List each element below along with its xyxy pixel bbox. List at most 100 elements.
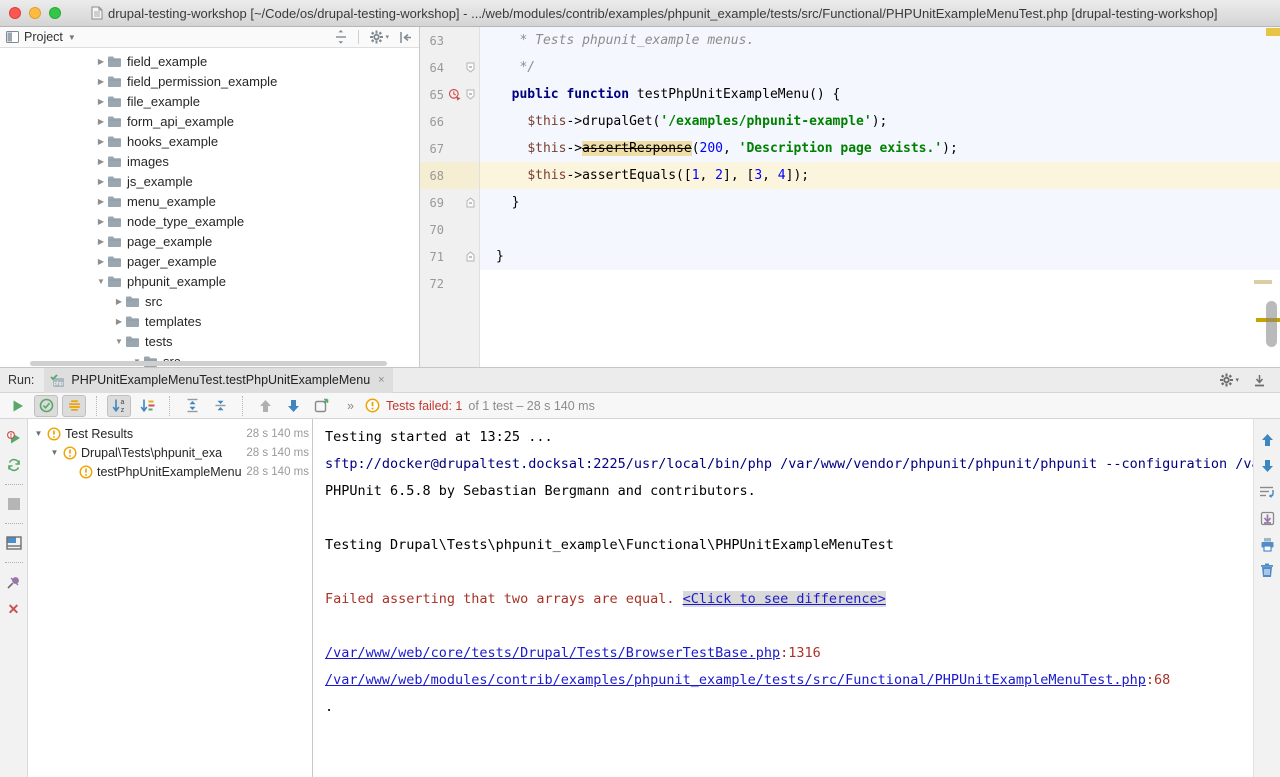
code-line-text[interactable]: $this->drupalGet('/examples/phpunit-exam… bbox=[480, 108, 1280, 135]
close-button[interactable]: ✕ bbox=[3, 598, 25, 620]
fold-marker-icon[interactable] bbox=[464, 62, 477, 73]
editor-scrollbar-thumb[interactable] bbox=[1266, 301, 1277, 347]
editor-line[interactable]: 70 bbox=[420, 216, 1280, 243]
project-tree-item[interactable]: ▶page_example bbox=[0, 231, 419, 251]
collapse-all-icon[interactable] bbox=[334, 30, 348, 44]
hide-tool-window-icon[interactable] bbox=[1253, 374, 1266, 387]
editor-line[interactable]: 64 */ bbox=[420, 54, 1280, 81]
show-ignored-button[interactable] bbox=[62, 395, 86, 417]
editor-line[interactable]: 69 } bbox=[420, 189, 1280, 216]
project-tree-item[interactable]: ▶form_api_example bbox=[0, 111, 419, 131]
project-tree-item[interactable]: ▼tests bbox=[0, 331, 419, 351]
rerun-button[interactable] bbox=[3, 454, 25, 476]
code-line-text[interactable]: } bbox=[480, 243, 1280, 270]
editor-line[interactable]: 67 $this->assertResponse(200, 'Descripti… bbox=[420, 135, 1280, 162]
code-line-text[interactable]: public function testPhpUnitExampleMenu()… bbox=[480, 81, 1280, 108]
show-passed-button[interactable] bbox=[34, 395, 58, 417]
zoom-window-button[interactable] bbox=[49, 7, 61, 19]
pin-tab-button[interactable] bbox=[3, 571, 25, 593]
test-failed-clock-icon[interactable] bbox=[444, 88, 464, 101]
chevron-right-icon[interactable]: ▶ bbox=[95, 57, 107, 66]
rerun-failed-tests-button[interactable] bbox=[3, 427, 25, 449]
expand-all-button[interactable] bbox=[180, 395, 204, 417]
gear-icon[interactable]: ▾ bbox=[1219, 373, 1239, 387]
chevron-right-icon[interactable]: ▶ bbox=[113, 297, 125, 306]
project-tree-item[interactable]: ▼phpunit_example bbox=[0, 271, 419, 291]
chevron-right-icon[interactable]: ▶ bbox=[95, 117, 107, 126]
chevron-right-icon[interactable]: ▶ bbox=[95, 157, 107, 166]
project-tree-item[interactable]: ▶pager_example bbox=[0, 251, 419, 271]
project-tree-item[interactable]: ▶node_type_example bbox=[0, 211, 419, 231]
fold-marker-icon[interactable] bbox=[464, 251, 477, 262]
console-output[interactable]: Testing started at 13:25 ...sftp://docke… bbox=[313, 419, 1253, 777]
collapse-all-button[interactable] bbox=[208, 395, 232, 417]
test-tree-row[interactable]: ▼Drupal\Tests\phpunit_exa28 s 140 ms bbox=[28, 443, 312, 462]
chevrons-icon[interactable]: » bbox=[347, 399, 355, 413]
hide-panel-icon[interactable] bbox=[399, 31, 413, 44]
chevron-right-icon[interactable]: ▶ bbox=[95, 77, 107, 86]
chevron-right-icon[interactable]: ▶ bbox=[113, 317, 125, 326]
editor-line[interactable]: 65 public function testPhpUnitExampleMen… bbox=[420, 81, 1280, 108]
restore-layout-button[interactable] bbox=[3, 532, 25, 554]
chevron-down-icon[interactable]: ▼ bbox=[113, 337, 125, 346]
project-tree-item[interactable]: ▶field_permission_example bbox=[0, 71, 419, 91]
code-editor[interactable]: 63 * Tests phpunit_example menus.64 */65… bbox=[420, 27, 1280, 367]
chevron-right-icon[interactable]: ▶ bbox=[95, 237, 107, 246]
project-horizontal-scrollbar[interactable] bbox=[2, 361, 417, 366]
gear-icon[interactable]: ▾ bbox=[369, 30, 389, 44]
fold-marker-icon[interactable] bbox=[464, 197, 477, 208]
project-panel-title[interactable]: Project bbox=[24, 30, 63, 44]
project-tree-item[interactable]: ▶templates bbox=[0, 311, 419, 331]
clear-console-button[interactable] bbox=[1256, 559, 1278, 581]
run-configuration-tab[interactable]: php PHPUnitExampleMenuTest.testPhpUnitEx… bbox=[44, 368, 392, 393]
code-line-text[interactable]: } bbox=[480, 189, 1280, 216]
project-tree-item[interactable]: ▶hooks_example bbox=[0, 131, 419, 151]
minimize-window-button[interactable] bbox=[29, 7, 41, 19]
chevron-right-icon[interactable]: ▶ bbox=[95, 137, 107, 146]
editor-empty-area[interactable] bbox=[480, 297, 1280, 367]
close-tab-icon[interactable]: × bbox=[378, 374, 384, 386]
rerun-button[interactable] bbox=[6, 395, 30, 417]
chevron-down-icon[interactable]: ▼ bbox=[95, 277, 107, 286]
fold-marker-icon[interactable] bbox=[464, 89, 477, 100]
project-tree-item[interactable]: ▶js_example bbox=[0, 171, 419, 191]
editor-line[interactable]: 66 $this->drupalGet('/examples/phpunit-e… bbox=[420, 108, 1280, 135]
editor-line[interactable]: 63 * Tests phpunit_example menus. bbox=[420, 27, 1280, 54]
close-window-button[interactable] bbox=[9, 7, 21, 19]
project-tree-item[interactable]: ▶menu_example bbox=[0, 191, 419, 211]
stop-button[interactable] bbox=[3, 493, 25, 515]
chevron-right-icon[interactable]: ▶ bbox=[95, 177, 107, 186]
code-line-text[interactable] bbox=[480, 216, 1280, 243]
console-link[interactable]: <Click to see difference> bbox=[683, 591, 886, 607]
sort-by-duration-button[interactable] bbox=[135, 395, 159, 417]
chevron-right-icon[interactable]: ▶ bbox=[95, 257, 107, 266]
export-test-results-button[interactable] bbox=[309, 395, 333, 417]
code-line-text[interactable]: $this->assertResponse(200, 'Description … bbox=[480, 135, 1280, 162]
project-tree-item[interactable]: ▶field_example bbox=[0, 51, 419, 71]
chevron-down-icon[interactable]: ▼ bbox=[68, 33, 76, 42]
project-tree-item[interactable]: ▶file_example bbox=[0, 91, 419, 111]
code-line-text[interactable]: $this->assertEquals([1, 2], [3, 4]); bbox=[480, 162, 1280, 189]
chevron-right-icon[interactable]: ▶ bbox=[95, 97, 107, 106]
scroll-to-end-button[interactable] bbox=[1256, 507, 1278, 529]
project-tree-item[interactable]: ▶images bbox=[0, 151, 419, 171]
test-tree-row[interactable]: testPhpUnitExampleMenu28 s 140 ms bbox=[28, 462, 312, 481]
up-stacktrace-button[interactable] bbox=[1256, 429, 1278, 451]
editor-line[interactable]: 68 $this->assertEquals([1, 2], [3, 4]); bbox=[420, 162, 1280, 189]
next-failed-test-button[interactable] bbox=[281, 395, 305, 417]
previous-failed-test-button[interactable] bbox=[253, 395, 277, 417]
editor-line[interactable]: 71} bbox=[420, 243, 1280, 270]
chevron-down-icon[interactable]: ▼ bbox=[32, 429, 45, 438]
test-tree-row[interactable]: ▼Test Results28 s 140 ms bbox=[28, 424, 312, 443]
project-tree-item[interactable]: ▶src bbox=[0, 291, 419, 311]
code-line-text[interactable]: * Tests phpunit_example menus. bbox=[480, 27, 1280, 54]
editor-line[interactable]: 72 bbox=[420, 270, 1280, 297]
soft-wrap-button[interactable] bbox=[1256, 481, 1278, 503]
sort-alphabetically-button[interactable]: az bbox=[107, 395, 131, 417]
chevron-down-icon[interactable]: ▼ bbox=[48, 448, 61, 457]
print-button[interactable] bbox=[1256, 533, 1278, 555]
console-link[interactable]: /var/www/web/core/tests/Drupal/Tests/Bro… bbox=[325, 645, 780, 661]
chevron-right-icon[interactable]: ▶ bbox=[95, 217, 107, 226]
console-link[interactable]: /var/www/web/modules/contrib/examples/ph… bbox=[325, 672, 1146, 688]
chevron-right-icon[interactable]: ▶ bbox=[95, 197, 107, 206]
